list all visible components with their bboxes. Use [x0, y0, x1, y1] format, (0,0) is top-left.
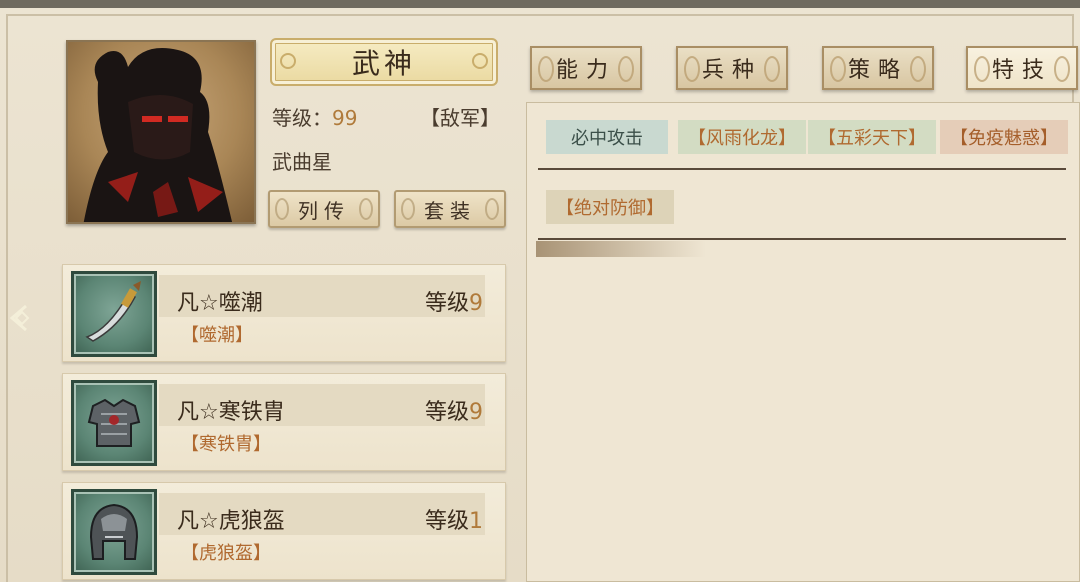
tab-special-skills-label: 特技 [991, 58, 1052, 83]
plaque-ornament-left [280, 53, 296, 69]
skill-tag[interactable]: 【五彩天下】 [808, 120, 936, 154]
level-value: 99 [332, 106, 358, 130]
divider [538, 168, 1066, 170]
tab-ornament-icon [538, 56, 554, 82]
tab-ornament-icon [764, 56, 780, 82]
tab-troops-label: 兵种 [701, 58, 762, 83]
hero-title-plaque: 武神 [270, 38, 498, 86]
tab-ability-label: 能力 [555, 58, 616, 83]
tab-ornament-icon [830, 56, 846, 82]
button-ornament-icon [275, 198, 289, 220]
biography-button[interactable]: 列传 [268, 190, 380, 228]
equipment-item-armor[interactable]: 凡☆寒铁胄 等级9 【寒铁胄】 [62, 373, 506, 471]
level-label: 等级： [272, 106, 332, 130]
biography-button-label: 列传 [298, 198, 350, 223]
plaque-ornament-right [472, 53, 488, 69]
item-subtitle: 【寒铁胄】 [181, 434, 271, 455]
tab-strategy-label: 策略 [847, 58, 908, 83]
equipment-set-button-label: 套装 [424, 198, 476, 223]
skill-tag[interactable]: 必中攻击 [546, 120, 668, 154]
helmet-icon [71, 489, 157, 575]
hero-level: 等级：99 [272, 102, 357, 131]
skill-tag[interactable]: 【绝对防御】 [546, 190, 674, 224]
blade-weapon-icon [71, 271, 157, 357]
item-subtitle: 【虎狼盔】 [181, 543, 271, 564]
tab-special-skills[interactable]: 特技 [966, 46, 1078, 90]
equipment-set-button[interactable]: 套装 [394, 190, 506, 228]
armor-icon [71, 380, 157, 466]
item-level-value: 9 [469, 400, 483, 425]
item-subtitle: 【噬潮】 [181, 325, 253, 346]
item-level-label: 等级 [424, 509, 469, 534]
tab-ornament-icon [684, 56, 700, 82]
tab-strategy[interactable]: 策略 [822, 46, 934, 90]
skills-panel [526, 102, 1080, 582]
button-ornament-icon [359, 198, 373, 220]
item-level-label: 等级 [424, 400, 469, 425]
item-level-label: 等级 [424, 291, 469, 316]
tab-ability[interactable]: 能力 [530, 46, 642, 90]
item-name: 凡☆虎狼盔 [177, 509, 285, 534]
section-decoration [536, 241, 706, 257]
item-name: 凡☆寒铁胄 [177, 400, 285, 425]
hero-title: 武神 [351, 47, 416, 80]
warrior-portrait-icon [83, 48, 233, 222]
tab-ornament-icon [974, 56, 990, 82]
item-level: 等级1 [425, 503, 483, 535]
button-ornament-icon [485, 198, 499, 220]
skill-tag[interactable]: 【免疫魅惑】 [940, 120, 1068, 154]
item-level: 等级9 [425, 394, 483, 426]
tab-ornament-icon [1054, 56, 1070, 82]
button-ornament-icon [401, 198, 415, 220]
tab-troops[interactable]: 兵种 [676, 46, 788, 90]
item-level: 等级9 [425, 285, 483, 317]
hero-portrait[interactable] [66, 40, 256, 224]
tab-ornament-icon [910, 56, 926, 82]
hero-faction: 【敌军】 [420, 106, 500, 130]
divider [538, 238, 1066, 240]
hero-star: 武曲星 [272, 150, 332, 174]
skill-tag[interactable]: 【风雨化龙】 [678, 120, 806, 154]
equipment-item-weapon[interactable]: 凡☆噬潮 等级9 【噬潮】 [62, 264, 506, 362]
tab-ornament-icon [618, 56, 634, 82]
expand-left-arrow-icon[interactable] [4, 300, 40, 336]
item-level-value: 9 [469, 291, 483, 316]
item-level-value: 1 [469, 509, 483, 534]
item-name: 凡☆噬潮 [177, 291, 263, 316]
equipment-item-helmet[interactable]: 凡☆虎狼盔 等级1 【虎狼盔】 [62, 482, 506, 580]
